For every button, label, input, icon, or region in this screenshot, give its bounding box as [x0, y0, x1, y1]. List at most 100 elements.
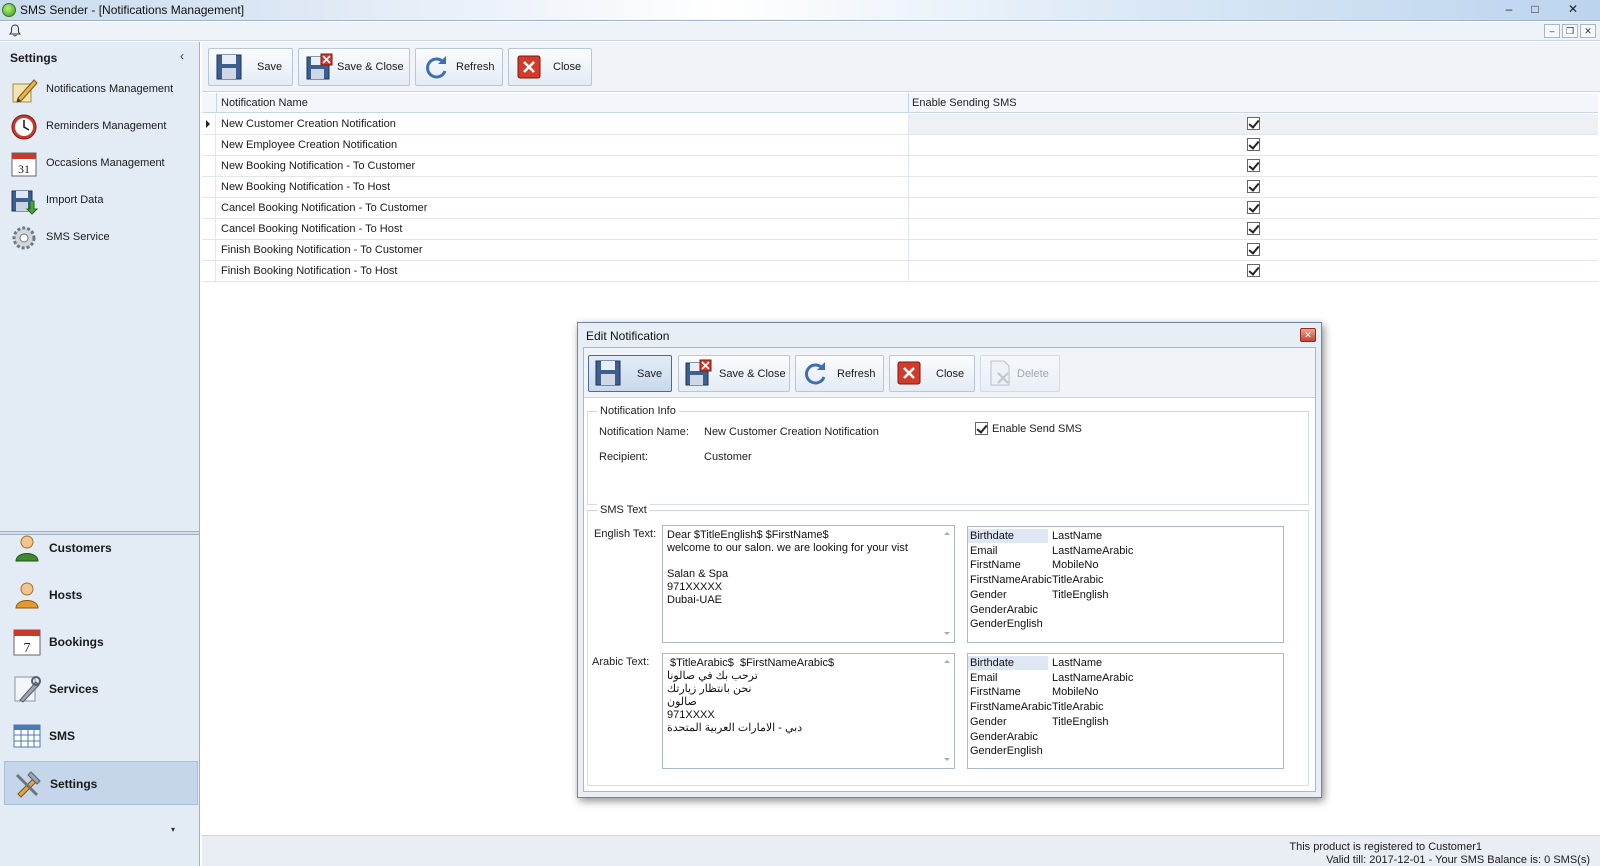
sidebar-item-notifications[interactable]: Notifications Management — [0, 72, 199, 108]
minimize-button[interactable]: – — [1496, 1, 1522, 18]
enable-sms-checkbox[interactable] — [1247, 243, 1260, 256]
nav-services[interactable]: Services — [4, 667, 198, 711]
arabic-variables-list[interactable]: Birthdate Email FirstName FirstNameArabic Ge… — [967, 653, 1284, 769]
customer-icon — [15, 535, 39, 562]
enable-sms-checkbox[interactable] — [1247, 222, 1260, 235]
dialog-close-button[interactable]: ✕ — [1300, 328, 1316, 342]
dialog-save-button[interactable]: Save — [588, 355, 672, 392]
nav-hosts[interactable]: Hosts — [4, 573, 198, 617]
enable-sms-checkbox[interactable] — [1247, 117, 1260, 130]
mdi-minimize-button[interactable]: – — [1544, 24, 1560, 38]
sidebar-item-label: Occasions Management — [46, 157, 165, 169]
table-row[interactable]: New Employee Creation Notification — [202, 135, 1598, 156]
arabic-text-scrollbar[interactable] — [942, 655, 953, 767]
arabic-text-input[interactable]: $TitleArabic$ $FirstNameArabic$ ترحب بك ف… — [662, 653, 955, 769]
dialog-delete-button[interactable]: Delete — [980, 355, 1060, 392]
enable-sms-checkbox[interactable] — [1247, 264, 1260, 277]
variable-item[interactable]: TitleEnglish — [1050, 588, 1108, 602]
row-indicator-cell[interactable] — [202, 261, 216, 281]
variable-item[interactable]: GenderArabic — [968, 603, 1048, 617]
variable-item[interactable]: TitleArabic — [1050, 573, 1104, 587]
nav-customers[interactable]: Customers — [4, 526, 198, 570]
variable-item[interactable]: MobileNo — [1050, 685, 1098, 699]
sidebar-item-occasions[interactable]: 31 Occasions Management — [0, 146, 199, 182]
variable-item[interactable]: MobileNo — [1050, 558, 1098, 572]
bell-icon[interactable] — [9, 24, 21, 37]
variable-item[interactable]: Birthdate — [968, 656, 1048, 670]
row-indicator-cell[interactable] — [202, 240, 216, 260]
row-indicator-cell[interactable] — [202, 114, 216, 134]
variable-item[interactable]: TitleArabic — [1050, 700, 1104, 714]
variable-item[interactable]: GenderEnglish — [968, 617, 1048, 631]
variable-item[interactable]: Gender — [968, 588, 1048, 602]
variable-item[interactable]: FirstName — [968, 685, 1048, 699]
variable-item[interactable]: LastName — [1050, 656, 1102, 670]
variable-item[interactable]: Email — [968, 544, 1048, 558]
table-row[interactable]: New Customer Creation Notification — [202, 114, 1598, 135]
nav-sms[interactable]: SMS — [4, 714, 198, 758]
variable-item[interactable]: FirstName — [968, 558, 1048, 572]
notification-name-cell[interactable]: New Booking Notification - To Customer — [221, 160, 415, 172]
close-button[interactable]: Close — [508, 48, 592, 86]
variable-item[interactable]: TitleEnglish — [1050, 715, 1108, 729]
close-button-label: Close — [553, 61, 582, 73]
dialog-refresh-button[interactable]: Refresh — [795, 355, 884, 392]
dialog-save-close-button[interactable]: Save & Close — [678, 355, 790, 392]
sidebar-item-reminders[interactable]: Reminders Management — [0, 109, 199, 145]
notification-name-cell[interactable]: Finish Booking Notification - To Host — [221, 265, 398, 277]
table-row[interactable]: Cancel Booking Notification - To Custome… — [202, 198, 1598, 219]
enable-sms-checkbox[interactable] — [1247, 159, 1260, 172]
sidebar-item-import[interactable]: Import Data — [0, 183, 199, 219]
notification-name-cell[interactable]: Cancel Booking Notification - To Host — [221, 223, 402, 235]
variable-item[interactable]: Birthdate — [968, 529, 1048, 543]
variable-item[interactable]: Email — [968, 671, 1048, 685]
enable-sms-checkbox[interactable] — [1247, 180, 1260, 193]
variable-item[interactable]: FirstNameArabic — [968, 573, 1052, 587]
variable-item[interactable]: Gender — [968, 715, 1048, 729]
notification-name-cell[interactable]: Cancel Booking Notification - To Custome… — [221, 202, 427, 214]
row-indicator-cell[interactable] — [202, 198, 216, 218]
row-indicator-cell[interactable] — [202, 219, 216, 239]
save-close-button[interactable]: Save & Close — [298, 48, 410, 86]
nav-bookings[interactable]: 7 Bookings — [4, 620, 198, 664]
row-indicator-cell[interactable] — [202, 177, 216, 197]
table-row[interactable]: New Booking Notification - To Host — [202, 177, 1598, 198]
close-window-button[interactable]: ✕ — [1560, 1, 1586, 18]
sidebar-item-sms-service[interactable]: SMS Service — [0, 220, 199, 256]
save-button[interactable]: Save — [208, 48, 293, 86]
table-row[interactable]: Cancel Booking Notification - To Host — [202, 219, 1598, 240]
notification-name-cell[interactable]: New Booking Notification - To Host — [221, 181, 390, 193]
dialog-save-label: Save — [637, 368, 663, 380]
notification-name-cell[interactable]: New Customer Creation Notification — [221, 118, 396, 130]
variable-item[interactable]: GenderArabic — [968, 730, 1048, 744]
enable-sms-checkbox[interactable] — [1247, 201, 1260, 214]
variable-item[interactable]: FirstNameArabic — [968, 700, 1052, 714]
variable-item[interactable]: LastNameArabic — [1050, 671, 1133, 685]
sidebar-collapse-button[interactable]: ‹ — [180, 49, 184, 63]
column-header-enable-sms[interactable]: Enable Sending SMS — [912, 97, 1017, 109]
enable-sms-checkbox[interactable] — [1247, 138, 1260, 151]
mdi-restore-button[interactable]: ❐ — [1562, 24, 1578, 38]
mdi-close-button[interactable]: ✕ — [1580, 24, 1596, 38]
column-header-notification-name[interactable]: Notification Name — [221, 97, 308, 109]
english-text-input[interactable]: Dear $TitleEnglish$ $FirstName$ welcome t… — [662, 525, 955, 643]
row-indicator-cell[interactable] — [202, 156, 216, 176]
table-row[interactable]: Finish Booking Notification - To Custome… — [202, 240, 1598, 261]
notification-name-cell[interactable]: Finish Booking Notification - To Custome… — [221, 244, 423, 256]
sidebar-more-button[interactable]: ▾ — [171, 825, 175, 834]
row-indicator-cell[interactable] — [202, 135, 216, 155]
table-row[interactable]: New Booking Notification - To Customer — [202, 156, 1598, 177]
variable-item[interactable]: LastName — [1050, 529, 1102, 543]
enable-send-sms-checkbox[interactable] — [975, 422, 988, 435]
table-row[interactable]: Finish Booking Notification - To Host — [202, 261, 1598, 282]
maximize-button[interactable]: □ — [1522, 1, 1548, 18]
english-text-scrollbar[interactable] — [942, 527, 953, 641]
dialog-close-action-button[interactable]: Close — [889, 355, 975, 392]
validity-text: Valid till: 2017-12-01 - Your SMS Balanc… — [1326, 854, 1590, 866]
refresh-button[interactable]: Refresh — [415, 48, 503, 86]
notification-name-cell[interactable]: New Employee Creation Notification — [221, 139, 397, 151]
nav-settings[interactable]: Settings — [4, 761, 198, 805]
english-variables-list[interactable]: Birthdate Email FirstName FirstNameArabic Ge… — [967, 526, 1284, 643]
variable-item[interactable]: GenderEnglish — [968, 744, 1048, 758]
variable-item[interactable]: LastNameArabic — [1050, 544, 1133, 558]
